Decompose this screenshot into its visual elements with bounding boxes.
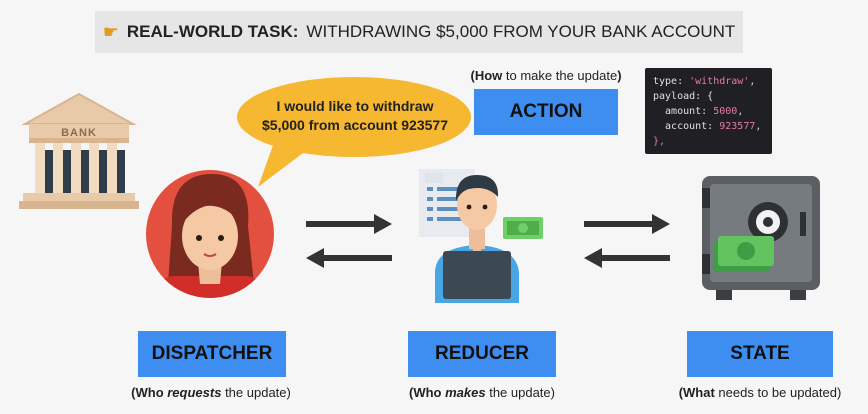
action-caption: (How to make the update)	[470, 68, 622, 83]
pointing-hand-icon: ☛	[102, 21, 119, 42]
bank-label: BANK	[61, 127, 97, 139]
code-line-5: },	[653, 136, 666, 147]
code-line-4-value: 923577	[719, 121, 756, 132]
dispatcher-label: DISPATCHER	[151, 343, 273, 364]
arrow-left-icon	[584, 248, 670, 268]
dispatcher-caption-emphasis: requests	[167, 385, 222, 400]
code-line-3-key: amount:	[653, 106, 714, 117]
code-line-1-value: 'withdraw'	[689, 76, 750, 87]
bank-icon	[19, 92, 139, 209]
state-caption-bold: What	[683, 385, 715, 400]
dispatcher-avatar	[146, 170, 274, 298]
state-box: STATE	[687, 331, 833, 377]
dispatcher-caption: (Who requests the update)	[131, 385, 291, 400]
dispatcher-box: DISPATCHER	[138, 331, 286, 377]
arrow-right-icon	[306, 214, 392, 234]
title-prefix: REAL-WORLD TASK:	[126, 22, 299, 41]
speech-line-1: I would like to withdraw	[276, 98, 434, 114]
action-caption-rest: to make the update	[502, 68, 618, 83]
safe-icon	[702, 176, 820, 300]
title-bar: ☛ REAL-WORLD TASK: WITHDRAWING $5,000 FR…	[95, 11, 743, 53]
reducer-caption-emphasis: makes	[445, 385, 486, 400]
arrow-right-icon	[584, 214, 670, 234]
code-line-4-key: account:	[653, 121, 720, 132]
action-label: ACTION	[509, 101, 583, 122]
reducer-box: REDUCER	[408, 331, 556, 377]
dispatcher-reducer-arrows	[306, 214, 392, 268]
reducer-caption: (Who makes the update)	[409, 385, 555, 400]
arrow-left-icon	[306, 248, 392, 268]
code-line-1-key: type:	[653, 76, 690, 87]
speech-line-2: $5,000 from account 923577	[262, 117, 448, 133]
action-code-block: type: 'withdraw', payload: { amount: 500…	[645, 68, 772, 154]
action-box: ACTION	[474, 89, 618, 135]
reducer-state-arrows	[584, 214, 670, 268]
state-label: STATE	[730, 343, 790, 364]
code-line-3-value: 5000	[713, 106, 738, 117]
speech-bubble-text: I would like to withdraw $5,000 from acc…	[246, 97, 464, 135]
reducer-label: REDUCER	[435, 343, 529, 364]
state-caption: (What needs to be updated)	[678, 385, 842, 400]
reducer-illustration	[419, 169, 543, 303]
code-line-2: payload: {	[653, 91, 714, 102]
title-text: WITHDRAWING $5,000 FROM YOUR BANK ACCOUN…	[306, 22, 736, 41]
action-caption-bold: How	[474, 68, 503, 83]
